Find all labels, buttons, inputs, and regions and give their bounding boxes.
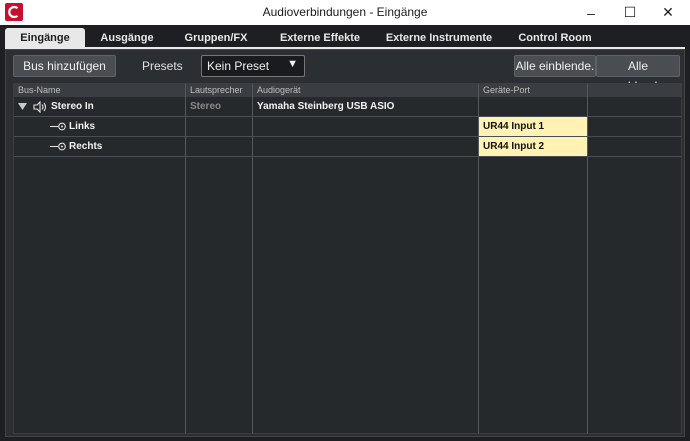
- close-button[interactable]: ✕: [652, 0, 684, 25]
- tab-externe-effekte[interactable]: Externe Effekte: [270, 28, 370, 48]
- tab-externe-instrumente[interactable]: Externe Instrumente: [380, 28, 498, 48]
- port-cell[interactable]: UR44 Input 2: [479, 137, 587, 156]
- column-header-empty: [588, 84, 681, 97]
- add-bus-button[interactable]: Bus hinzufügen: [13, 55, 116, 77]
- tab-bar: Eingänge Ausgänge Gruppen/FX Externe Eff…: [5, 28, 685, 48]
- device-cell[interactable]: Yamaha Steinberg USB ASIO: [257, 97, 394, 116]
- show-all-button[interactable]: Alle einblende.: [514, 55, 596, 77]
- column-header-bus-name[interactable]: Bus-Name: [14, 84, 185, 97]
- table-row[interactable]: Links UR44 Input 1: [14, 117, 681, 137]
- presets-label: Presets: [142, 59, 183, 73]
- preset-value: Kein Preset: [207, 59, 270, 73]
- chevron-down-icon: ▼: [287, 58, 298, 70]
- speaker-cell: Stereo: [190, 101, 222, 112]
- column-header-port[interactable]: Geräte-Port: [479, 84, 587, 97]
- connections-panel: Bus hinzufügen Presets Kein Preset ▼ All…: [5, 49, 685, 437]
- hide-all-button[interactable]: Alle ausblende.: [596, 55, 680, 93]
- bus-name-cell: Links: [69, 121, 96, 132]
- input-connector-icon: [50, 142, 66, 151]
- collapse-triangle-icon[interactable]: [18, 102, 27, 111]
- tab-control-room[interactable]: Control Room: [510, 28, 600, 48]
- column-header-device[interactable]: Audiogerät: [253, 84, 478, 97]
- minimize-button[interactable]: –: [575, 0, 607, 25]
- table-row[interactable]: Rechts UR44 Input 2: [14, 137, 681, 157]
- column-header-speaker[interactable]: Lautsprecher: [186, 84, 252, 97]
- tab-eingaenge[interactable]: Eingänge: [5, 28, 85, 48]
- tab-ausgaenge[interactable]: Ausgänge: [88, 28, 166, 48]
- tab-gruppen-fx[interactable]: Gruppen/FX: [175, 28, 257, 48]
- preset-dropdown[interactable]: Kein Preset ▼: [201, 55, 305, 77]
- bus-name-cell: Stereo In: [51, 101, 94, 112]
- table-row[interactable]: Stereo In Stereo Yamaha Steinberg USB AS…: [14, 97, 681, 117]
- port-cell[interactable]: UR44 Input 1: [479, 117, 587, 136]
- table-header: Bus-Name Lautsprecher Audiogerät Geräte-…: [14, 84, 681, 97]
- input-connector-icon: [50, 122, 66, 131]
- window-frame: Eingänge Ausgänge Gruppen/FX Externe Eff…: [0, 25, 690, 441]
- bus-table: Bus-Name Lautsprecher Audiogerät Geräte-…: [13, 83, 682, 434]
- maximize-button[interactable]: ☐: [614, 0, 646, 25]
- bus-name-cell: Rechts: [69, 141, 103, 152]
- speaker-icon: [33, 101, 47, 113]
- title-bar: Audioverbindungen - Eingänge – ☐ ✕: [0, 0, 690, 25]
